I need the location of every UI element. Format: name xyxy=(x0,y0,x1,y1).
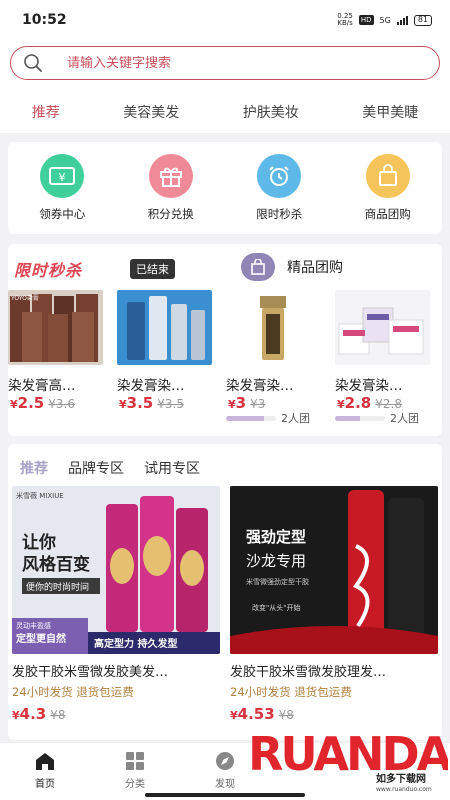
product-card[interactable]: 强劲定型 沙龙专用 米雪微强劲定型干胶 改变"从头"开始 发胶干胶米雪微发胶理发… xyxy=(230,486,438,723)
flash-sale-title: 限时秒杀 xyxy=(14,261,83,280)
flash-item-image[interactable]: YOYO染膏 xyxy=(8,290,103,365)
svg-text:便你的时尚时间: 便你的时尚时间 xyxy=(26,581,89,593)
svg-text:改变"从头"开始: 改变"从头"开始 xyxy=(252,603,300,612)
flash-item-price: ¥2.5 ¥3.6 xyxy=(10,394,75,412)
tab-skincare-makeup[interactable]: 护肤美妆 xyxy=(243,102,299,122)
svg-text:定型更自然: 定型更自然 xyxy=(16,632,66,645)
product-name: 发胶干胶米雪微发胶理发… xyxy=(230,665,387,680)
product-service-tags: 24小时发货 退货包运费 xyxy=(12,685,134,699)
flash-item-name[interactable]: 染发膏染… xyxy=(117,374,185,394)
compass-icon xyxy=(216,752,234,770)
rec-tab-brand[interactable]: 品牌专区 xyxy=(68,458,124,478)
product-name: 发胶干胶米雪微发胶美发… xyxy=(12,665,169,680)
nav-category[interactable]: 分类 xyxy=(90,743,180,800)
product-price: ¥4.3 ¥8 xyxy=(12,705,66,723)
rec-tab-trial[interactable]: 试用专区 xyxy=(144,458,200,478)
svg-text:风格百变: 风格百变 xyxy=(22,554,90,575)
battery-icon: 81 xyxy=(413,14,432,26)
network-type: 5G xyxy=(379,15,391,25)
alarm-clock-icon xyxy=(257,154,302,198)
product-image: 强劲定型 沙龙专用 米雪微强劲定型干胶 改变"从头"开始 xyxy=(230,486,438,654)
site-watermark-logo: RUANDADO 如多下载网 www.ruanduo.com xyxy=(248,712,450,794)
home-icon xyxy=(36,753,54,770)
group-size-label: 2人团 xyxy=(390,412,419,425)
group-buy-header[interactable]: 精品团购 xyxy=(241,253,343,281)
status-indicators: 0.25 KB/s HD 5G 81 xyxy=(337,13,432,27)
search-input[interactable] xyxy=(67,55,367,71)
product-image: 米雪薇 MIXIUE 让你 风格百变 便你的时尚时间 灵动丰盈感 定型更自然 高… xyxy=(12,486,220,654)
group-item-price: ¥3 ¥3 xyxy=(228,394,266,412)
flash-item-name[interactable]: 染发膏高… xyxy=(8,374,76,394)
group-size-label: 2人团 xyxy=(281,412,310,425)
group-item-name[interactable]: 染发膏染… xyxy=(335,374,403,394)
group-buy-title: 精品团购 xyxy=(287,260,343,276)
status-time: 10:52 xyxy=(22,12,67,28)
group-progress-bar xyxy=(335,416,385,421)
svg-text:¥: ¥ xyxy=(59,171,66,184)
svg-text:灵动丰盈感: 灵动丰盈感 xyxy=(16,621,51,630)
quick-group-buy[interactable]: 商品团购 xyxy=(343,154,433,222)
net-speed: 0.25 KB/s xyxy=(337,12,353,27)
flash-sale-section: 限时秒杀 已结束 精品团购 YOYO染膏 染发膏高… ¥2.5 ¥3.6 染发膏染… xyxy=(8,244,442,436)
flash-item-price: ¥3.5 ¥3.5 xyxy=(119,394,184,412)
group-item-name[interactable]: 染发膏染… xyxy=(226,374,294,394)
recommend-tabs: 推荐 品牌专区 试用专区 xyxy=(20,458,200,478)
category-tabs: 推荐 美容美发 护肤美妆 美甲美睫 xyxy=(0,90,450,134)
svg-text:YOYO染膏: YOYO染膏 xyxy=(10,294,39,302)
product-card[interactable]: 米雪薇 MIXIUE 让你 风格百变 便你的时尚时间 灵动丰盈感 定型更自然 高… xyxy=(12,486,220,723)
svg-text:www.ruanduo.com: www.ruanduo.com xyxy=(376,786,432,793)
svg-text:高定型力 持久发型: 高定型力 持久发型 xyxy=(94,637,177,650)
group-item-image[interactable] xyxy=(226,290,321,365)
grid-icon xyxy=(126,752,144,770)
search-icon xyxy=(24,54,42,72)
quick-actions: ¥ 领券中心 积分兑换 限时秒杀 商品团购 xyxy=(8,142,442,234)
svg-text:米雪薇 MIXIUE: 米雪薇 MIXIUE xyxy=(16,491,64,500)
rec-tab-recommend[interactable]: 推荐 xyxy=(20,458,48,478)
gift-icon xyxy=(148,154,193,198)
coupon-icon: ¥ xyxy=(40,154,85,198)
nav-home[interactable]: 首页 xyxy=(0,743,90,800)
shopping-bag-icon xyxy=(365,154,410,198)
search-bar xyxy=(0,40,450,90)
flash-sale-status-badge: 已结束 xyxy=(130,259,175,279)
recommend-section: 推荐 品牌专区 试用专区 米雪薇 MIXIUE 让你 风格百变 便你的时尚时间 … xyxy=(8,444,442,740)
group-item-image[interactable] xyxy=(335,290,430,365)
quick-coupon-center[interactable]: ¥ 领券中心 xyxy=(17,154,107,222)
tab-nail-lash[interactable]: 美甲美睫 xyxy=(362,102,418,122)
signal-icon xyxy=(396,15,408,25)
quick-points-exchange[interactable]: 积分兑换 xyxy=(126,154,216,222)
product-service-tags: 24小时发货 退货包运费 xyxy=(230,685,352,699)
flash-item-image[interactable] xyxy=(117,290,212,365)
svg-text:如多下载网: 如多下载网 xyxy=(376,772,426,785)
status-bar: 10:52 0.25 KB/s HD 5G 81 xyxy=(0,0,450,40)
svg-text:沙龙专用: 沙龙专用 xyxy=(246,552,306,570)
hd-badge: HD xyxy=(358,15,374,25)
quick-flash-sale[interactable]: 限时秒杀 xyxy=(234,154,324,222)
group-progress-bar xyxy=(226,416,276,421)
group-buy-bag-icon xyxy=(241,253,275,281)
svg-text:让你: 让你 xyxy=(22,532,56,553)
home-indicator xyxy=(145,793,305,797)
search-box[interactable] xyxy=(10,46,440,80)
svg-text:强劲定型: 强劲定型 xyxy=(246,528,306,546)
svg-text:米雪微强劲定型干胶: 米雪微强劲定型干胶 xyxy=(246,577,309,586)
tab-recommend[interactable]: 推荐 xyxy=(32,102,60,122)
tab-beauty-hair[interactable]: 美容美发 xyxy=(123,102,179,122)
